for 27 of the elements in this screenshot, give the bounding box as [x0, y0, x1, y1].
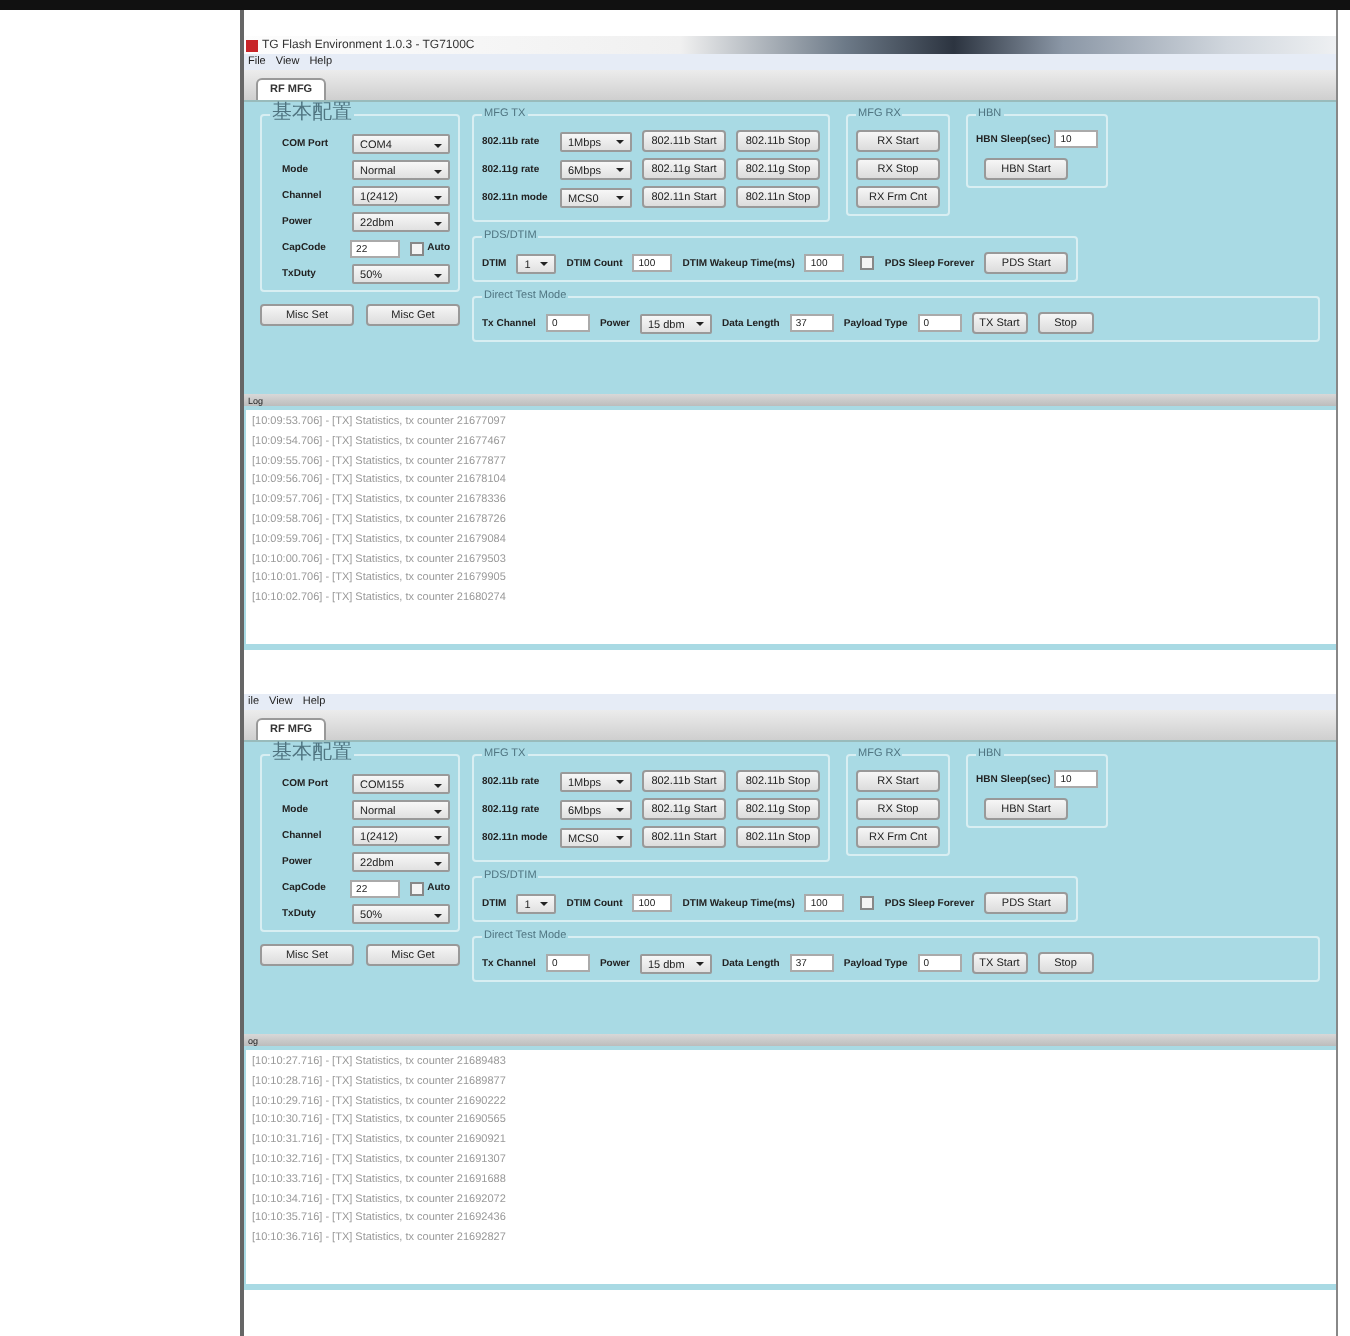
caret-icon	[616, 196, 624, 200]
caret-icon	[434, 273, 442, 277]
caret-icon	[434, 835, 442, 839]
caret-icon	[434, 861, 442, 865]
caret-icon	[434, 195, 442, 199]
group-title: 基本配置	[270, 744, 354, 764]
caret-icon	[616, 168, 624, 172]
caret-icon	[540, 902, 549, 906]
caret-icon	[434, 783, 442, 787]
checkbox[interactable]	[860, 896, 875, 910]
caret-icon	[540, 262, 549, 266]
caret-icon	[434, 169, 442, 173]
checkbox[interactable]	[409, 881, 424, 895]
caret-icon	[434, 221, 442, 225]
checkbox[interactable]	[409, 241, 424, 255]
caret-icon	[434, 809, 442, 813]
caret-icon	[616, 808, 624, 812]
caret-icon	[616, 780, 624, 784]
group-title: 基本配置	[270, 104, 354, 124]
caret-icon	[695, 322, 704, 326]
checkbox[interactable]	[860, 256, 875, 270]
caret-icon	[616, 836, 624, 840]
caret-icon	[434, 143, 442, 147]
caret-icon	[434, 913, 442, 917]
app-icon	[246, 39, 258, 51]
caret-icon	[695, 962, 704, 966]
caret-icon	[616, 140, 624, 144]
